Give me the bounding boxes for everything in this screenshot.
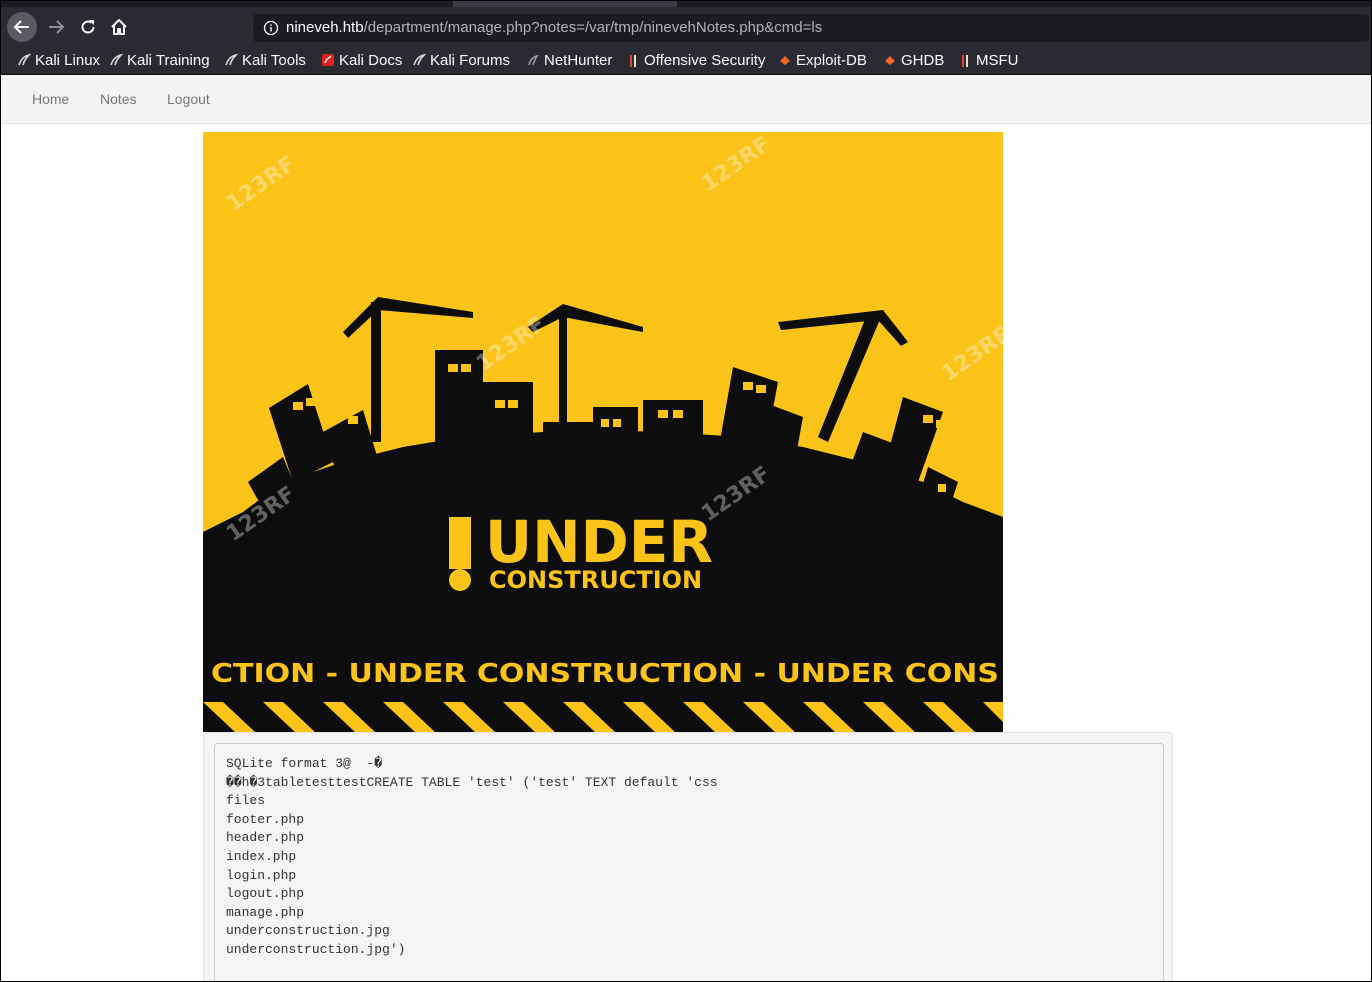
command-output: SQLite format 3@ -� ��h�3tabletesttestCRE…	[214, 743, 1164, 981]
reload-icon	[81, 20, 95, 34]
output-line: index.php	[226, 848, 297, 864]
bookmarks-toolbar: Kali Linux Kali Training Kali Tools Kali Do…	[1, 43, 1371, 75]
bookmark-msfu[interactable]: MSFU	[958, 51, 1019, 69]
offsec-icon	[626, 53, 640, 69]
nav-logout-link[interactable]: Logout	[167, 91, 210, 107]
output-line: ��h�3tabletesttestCREATE TABLE 'test' ('…	[226, 774, 718, 790]
banner-subline: CONSTRUCTION	[489, 566, 702, 594]
bookmark-label: NetHunter	[544, 51, 613, 69]
notes-well: SQLite format 3@ -� ��h�3tabletesttestCRE…	[203, 732, 1173, 981]
docs-icon	[321, 53, 335, 67]
reload-button[interactable]	[73, 12, 103, 42]
output-line: footer.php	[226, 811, 305, 827]
arrow-left-icon	[13, 20, 29, 34]
banner-ticker: CTION - UNDER CONSTRUCTION - UNDER CONS	[211, 659, 999, 689]
output-line: underconstruction.jpg')	[226, 941, 406, 957]
bookmark-ghdb[interactable]: GHDB	[883, 51, 944, 69]
url-text[interactable]: nineveh.htb/department/manage.php?notes=…	[286, 19, 822, 36]
home-button[interactable]	[104, 12, 134, 42]
bookmark-kali-linux[interactable]: Kali Linux	[17, 51, 100, 69]
nav-notes-link[interactable]: Notes	[100, 91, 137, 107]
home-icon	[111, 19, 127, 35]
output-lines: SQLite format 3@ -� ��h�3tabletesttestCRE…	[226, 755, 718, 960]
kali-icon	[224, 53, 239, 67]
bookmark-label: Kali Training	[127, 51, 210, 69]
bookmark-label: Kali Forums	[430, 51, 511, 69]
site-navbar: Home Notes Logout	[1, 75, 1371, 124]
bookmark-label: GHDB	[901, 51, 945, 69]
kali-icon	[17, 53, 32, 67]
tab-strip	[1, 1, 1371, 7]
output-line: manage.php	[226, 904, 305, 920]
browser-window: nineveh.htb/department/manage.php?notes=…	[0, 0, 1372, 982]
construction-illustration: UNDER CONSTRUCTION CTION - UNDER CONSTRU…	[203, 132, 1003, 732]
bookmark-label: Kali Tools	[242, 51, 306, 69]
hazard-stripes	[203, 698, 1003, 732]
bookmark-label: MSFU	[976, 51, 1019, 69]
info-icon[interactable]	[263, 20, 279, 36]
nav-home-link[interactable]: Home	[32, 91, 69, 107]
bookmark-nethunter[interactable]: NetHunter	[526, 51, 612, 69]
url-host: nineveh.htb	[286, 19, 364, 36]
bookmark-offensive-security[interactable]: Offensive Security	[626, 51, 765, 69]
bookmark-label: Exploit-DB	[796, 51, 867, 69]
nethunter-icon	[526, 53, 540, 67]
output-line: login.php	[226, 867, 297, 883]
arrow-right-icon	[49, 20, 65, 34]
active-tab[interactable]	[453, 1, 677, 7]
forward-button[interactable]	[41, 12, 71, 42]
browser-toolbar: nineveh.htb/department/manage.php?notes=…	[1, 1, 1371, 43]
offsec-icon	[958, 53, 972, 69]
output-line: SQLite format 3@ -�	[226, 756, 383, 771]
bookmark-label: Kali Docs	[339, 51, 403, 69]
output-line: header.php	[226, 830, 305, 846]
output-line: files	[226, 793, 266, 809]
bookmark-label: Kali Linux	[35, 51, 101, 69]
bookmark-label: Offensive Security	[644, 51, 766, 69]
exploitdb-icon	[883, 53, 897, 67]
bookmark-kali-forums[interactable]: Kali Forums	[412, 51, 510, 69]
bookmark-kali-docs[interactable]: Kali Docs	[321, 51, 402, 69]
back-button[interactable]	[7, 12, 37, 42]
bookmark-kali-training[interactable]: Kali Training	[109, 51, 210, 69]
url-path: /department/manage.php?notes=/var/tmp/ni…	[363, 19, 823, 36]
under-construction-banner: UNDER CONSTRUCTION CTION - UNDER CONSTRU…	[203, 132, 1003, 732]
kali-icon	[109, 53, 124, 67]
url-bar[interactable]: nineveh.htb/department/manage.php?notes=…	[253, 14, 1369, 42]
exploitdb-icon	[778, 53, 792, 67]
kali-icon	[412, 53, 427, 67]
output-line: logout.php	[226, 886, 305, 902]
output-line: underconstruction.jpg	[226, 923, 390, 939]
bookmark-kali-tools[interactable]: Kali Tools	[224, 51, 306, 69]
bookmark-exploit-db[interactable]: Exploit-DB	[778, 51, 867, 69]
